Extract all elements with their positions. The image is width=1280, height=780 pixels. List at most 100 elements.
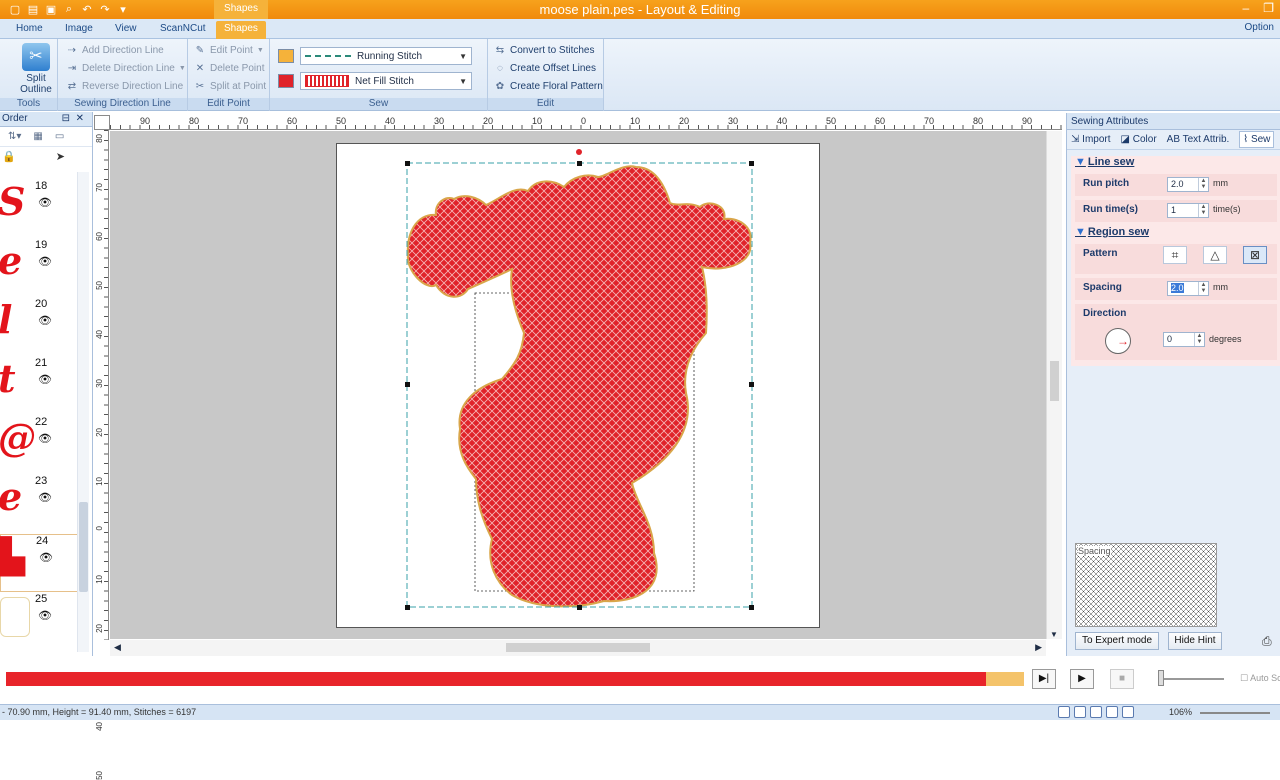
tab-shapes[interactable]: Shapes [216,21,266,39]
region-stitch-select[interactable]: Net Fill Stitch ▼ [300,72,472,90]
view-hoop-icon[interactable] [1122,706,1134,718]
run-time-stepper[interactable]: 1 ▲ ▼ [1167,203,1209,218]
moose-shape[interactable] [406,165,752,608]
pin-icon[interactable]: ⊟ [62,112,70,126]
hide-hint-button[interactable]: Hide Hint [1168,632,1222,650]
view-grid-icon[interactable] [1106,706,1118,718]
line-sew-section[interactable]: ▼ Line sew [1075,156,1134,168]
sort-icon[interactable]: ⇅▾ [8,131,21,142]
speed-slider-track[interactable] [1158,678,1224,680]
list-item[interactable]: l 20 👁 [0,298,80,356]
line-color-swatch[interactable] [278,49,294,63]
list-item[interactable]: e 23 👁 [0,475,80,533]
close-icon[interactable]: ✕ [76,112,84,126]
lock-icon[interactable]: 🔒 [2,150,16,163]
pattern-square-icon[interactable]: ⌗ [1163,246,1187,264]
pointer-icon[interactable]: ➤ [56,150,65,163]
reverse-direction-line-button[interactable]: ⇄ Reverse Direction Line [66,80,183,92]
eye-icon[interactable]: 👁 [38,609,52,622]
scroll-right-icon[interactable]: ▶ [1035,642,1042,653]
eye-icon[interactable]: 👁 [38,373,52,386]
stepper-arrows-icon[interactable]: ▲ ▼ [1198,204,1208,217]
move-icon[interactable]: ▭ [55,131,64,142]
resize-handle[interactable] [405,382,410,387]
direction-dial-icon[interactable]: → [1105,328,1131,354]
region-color-swatch[interactable] [278,74,294,88]
stepper-arrows-icon[interactable]: ▲ ▼ [1198,282,1208,295]
resize-handle[interactable] [577,605,582,610]
print-icon[interactable]: ⎙ [1262,634,1272,649]
stitch-progress-bar[interactable] [6,672,1024,686]
tab-home[interactable]: Home [8,21,51,39]
pattern-triangle-icon[interactable]: △ [1203,246,1227,264]
eye-icon[interactable]: 👁 [38,491,52,504]
run-pitch-stepper[interactable]: 2.0 ▲ ▼ [1167,177,1209,192]
create-offset-lines-button[interactable]: ◌ Create Offset Lines [494,62,596,74]
list-item-selected[interactable]: ▙ 24 👁 [0,534,80,592]
list-item[interactable]: 25 👁 [0,593,80,651]
list-item[interactable]: t 21 👁 [0,357,80,415]
auto-scroll-checkbox[interactable]: ☐ Auto Scroll [1240,673,1280,684]
tab-view[interactable]: View [107,21,145,39]
edit-point-button[interactable]: ✎ Edit Point ▼ [194,44,264,56]
option-menu[interactable]: Option [1245,22,1274,33]
scrollbar-thumb[interactable] [506,643,650,652]
zoom-level[interactable]: 106% [1169,705,1192,720]
eye-icon[interactable]: 👁 [38,255,52,268]
direction-stepper[interactable]: 0 ▲ ▼ [1163,332,1205,347]
canvas-horizontal-scrollbar[interactable]: ◀ ▶ [110,640,1046,656]
tab-image[interactable]: Image [57,21,101,39]
scrollbar-thumb[interactable] [1050,361,1059,401]
view-realistic-icon[interactable] [1090,706,1102,718]
delete-point-button[interactable]: ✕ Delete Point [194,62,265,74]
stop-button[interactable]: ■ [1110,669,1134,689]
tab-scanncut[interactable]: ScanNCut [152,21,214,39]
list-item[interactable]: e 19 👁 [0,239,80,297]
resize-handle[interactable] [749,382,754,387]
play-button[interactable]: ▶ [1070,669,1094,689]
eye-icon[interactable]: 👁 [38,196,52,209]
restore-icon[interactable]: ❐ [1263,1,1274,15]
scrollbar-thumb[interactable] [79,502,88,592]
to-expert-mode-button[interactable]: To Expert mode [1075,632,1159,650]
list-item[interactable]: @ 22 👁 [0,416,80,474]
sew-order-scrollbar[interactable] [77,172,89,652]
split-outline-button[interactable]: ✂ Split Outline [18,43,54,95]
tab-text-attrib[interactable]: AB Text Attrib. [1167,134,1230,145]
scroll-left-icon[interactable]: ◀ [114,642,121,653]
resize-handle[interactable] [405,605,410,610]
design-canvas[interactable] [336,143,820,628]
minimize-icon[interactable]: – [1243,1,1250,15]
tab-color[interactable]: ◪ Color [1121,134,1157,145]
region-sew-section[interactable]: ▼ Region sew [1075,226,1149,238]
spacing-stepper[interactable]: 2.0 ▲ ▼ [1167,281,1209,296]
pattern-cross-icon[interactable]: ⊠ [1243,246,1267,264]
resize-handle[interactable] [749,605,754,610]
speed-slider-knob[interactable] [1158,670,1164,686]
step-forward-button[interactable]: ▶| [1032,669,1056,689]
split-at-point-button[interactable]: ✂ Split at Point [194,80,266,92]
convert-to-stitches-button[interactable]: ⇆ Convert to Stitches [494,44,595,56]
rotate-handle[interactable] [576,149,582,155]
zoom-slider[interactable] [1200,712,1270,714]
tab-sew[interactable]: ⌇ Sew [1239,131,1275,148]
delete-direction-line-button[interactable]: ⇥ Delete Direction Line ▼ [66,62,186,74]
stepper-arrows-icon[interactable]: ▲ ▼ [1198,178,1208,191]
tab-import[interactable]: ⇲ Import [1071,134,1111,145]
resize-handle[interactable] [405,161,410,166]
color-merge-icon[interactable]: ▦ [33,131,42,142]
view-stitch-icon[interactable] [1074,706,1086,718]
create-floral-pattern-button[interactable]: ✿ Create Floral Pattern [494,80,603,92]
resize-handle[interactable] [749,161,754,166]
line-stitch-select[interactable]: Running Stitch ▼ [300,47,472,65]
eye-icon[interactable]: 👁 [39,551,53,564]
view-normal-icon[interactable] [1058,706,1070,718]
canvas-vertical-scrollbar[interactable]: ▼ [1046,131,1062,639]
eye-icon[interactable]: 👁 [38,432,52,445]
scroll-down-icon[interactable]: ▼ [1050,630,1058,639]
resize-handle[interactable] [577,161,582,166]
stepper-arrows-icon[interactable]: ▲ ▼ [1194,333,1204,346]
add-direction-line-button[interactable]: ⇢ Add Direction Line [66,44,164,56]
list-item[interactable]: S 18 👁 [0,180,80,238]
eye-icon[interactable]: 👁 [38,314,52,327]
